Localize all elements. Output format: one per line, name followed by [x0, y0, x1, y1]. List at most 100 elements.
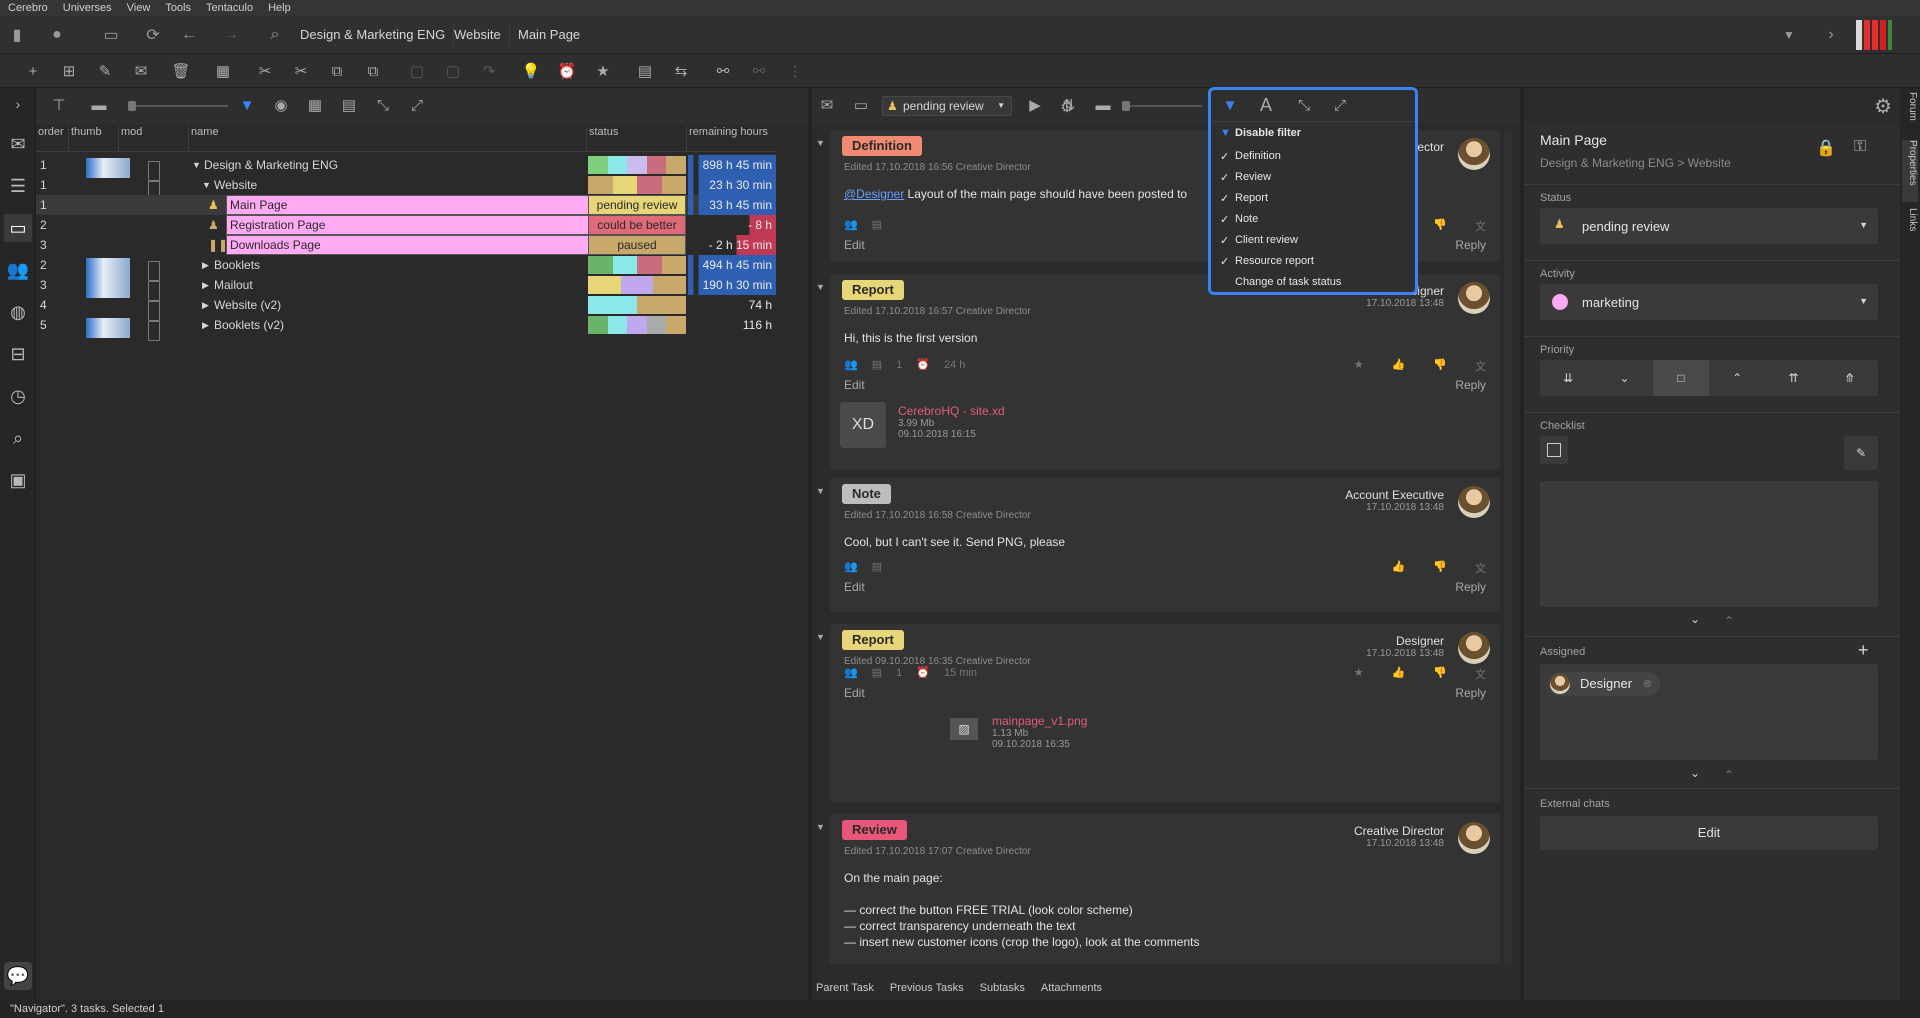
more-icon[interactable]: ⋮ — [782, 58, 808, 84]
side-tab-properties[interactable]: Properties — [1902, 140, 1918, 202]
reply-button[interactable]: Reply — [1455, 378, 1486, 392]
assignee-chip[interactable]: Designer ⊗ — [1548, 672, 1661, 696]
priority-highest-icon[interactable]: ⤊ — [1822, 360, 1878, 396]
translate-icon[interactable]: 文 — [1475, 218, 1486, 234]
chevron-right-icon[interactable]: › — [1818, 22, 1844, 48]
copy-link-icon[interactable]: ⧉ — [360, 58, 386, 84]
copy-icon[interactable]: ⧉ — [324, 58, 350, 84]
side-tab-forum[interactable]: Forum — [1902, 92, 1918, 132]
priority-high-icon[interactable]: ⌃ — [1709, 360, 1765, 396]
collapse-arrow-icon[interactable]: ▼ — [816, 282, 825, 292]
reply-button[interactable]: Reply — [1455, 580, 1486, 594]
menu-universes[interactable]: Universes — [63, 2, 112, 14]
bulb-icon[interactable]: ● — [44, 22, 70, 48]
file-icon[interactable]: ▤ — [872, 560, 882, 573]
chat-icon[interactable]: 💬 — [4, 962, 32, 990]
clipboard-icon[interactable]: ▣ — [4, 466, 32, 494]
avatar[interactable] — [1458, 282, 1490, 314]
collapse-arrow-icon[interactable]: ▼ — [816, 822, 825, 832]
expand-all-icon[interactable]: ⤢ — [404, 92, 430, 118]
edit-button[interactable]: Edit — [844, 686, 865, 700]
file-icon[interactable]: ▤ — [872, 218, 882, 231]
thumbs-down-icon[interactable]: 👎 — [1433, 218, 1447, 234]
edit-button[interactable]: Edit — [844, 378, 865, 392]
collapse-arrow-icon[interactable]: ▼ — [816, 138, 825, 148]
status-select[interactable]: ♟ pending review ▼ — [882, 96, 1012, 116]
avatar[interactable] — [1458, 632, 1490, 664]
participants-icon[interactable]: 👥 — [844, 560, 858, 573]
star-icon[interactable]: ★ — [1354, 666, 1364, 682]
refresh-icon[interactable]: ⟳ — [140, 22, 166, 48]
cut-icon[interactable]: ✂ — [252, 58, 278, 84]
avatar[interactable] — [1458, 138, 1490, 170]
participants-icon[interactable]: 👥 — [844, 358, 858, 371]
column-mod[interactable]: mod — [118, 126, 176, 152]
breadcrumb-website[interactable]: Website — [446, 24, 510, 46]
table-row[interactable]: 5 ▶ Booklets (v2) 116 h — [36, 315, 776, 341]
settings-gear-icon[interactable]: ⚙ — [1874, 94, 1892, 119]
message-scrollbar[interactable] — [1504, 128, 1512, 968]
mail-icon[interactable]: ✉ — [814, 92, 840, 118]
avatar[interactable] — [1458, 822, 1490, 854]
filter-item[interactable]: Client review — [1235, 234, 1298, 246]
search-icon[interactable]: ⌕ — [262, 22, 288, 48]
unlink-icon[interactable]: ⚯ — [746, 58, 772, 84]
filter-icon[interactable]: ▼ — [1217, 92, 1243, 118]
delete-icon[interactable]: 🗑 — [168, 58, 194, 84]
thumbs-up-icon[interactable]: 👍 — [1392, 560, 1406, 576]
filter-icon[interactable]: ▼ — [234, 92, 260, 118]
move-icon[interactable]: ⇆ — [668, 58, 694, 84]
menu-cerebro[interactable]: Cerebro — [8, 2, 48, 14]
zoom-slider[interactable] — [1122, 101, 1202, 111]
breadcrumb-project[interactable]: Design & Marketing ENG — [292, 24, 455, 46]
table-row[interactable]: 2 ▶ Booklets 494 h 45 min — [36, 255, 776, 281]
remove-assignee-icon[interactable]: ⊗ — [1643, 672, 1652, 696]
column-thumb[interactable]: thumb — [68, 126, 118, 152]
activity-dropdown[interactable]: marketing ▼ — [1540, 284, 1878, 320]
table-row[interactable]: 1 ▼ Website 23 h 30 min — [36, 175, 776, 201]
edit-button[interactable]: Edit — [844, 238, 865, 252]
collapsed-arrow-icon[interactable]: ▶ — [202, 275, 209, 295]
collapse-up-icon[interactable]: ⌃ — [1724, 614, 1734, 628]
reply-button[interactable]: Reply — [1455, 238, 1486, 252]
collapsed-arrow-icon[interactable]: ▶ — [202, 315, 209, 335]
filter-item[interactable]: Definition — [1235, 150, 1281, 162]
expand-all-icon[interactable]: ⤢ — [1327, 92, 1353, 118]
collapse-arrow-icon[interactable]: ▼ — [816, 486, 825, 496]
cut-link-icon[interactable]: ✂ — [288, 58, 314, 84]
collapse-all-icon[interactable]: ⤡ — [1291, 92, 1317, 118]
thumbs-down-icon[interactable]: 👎 — [1433, 560, 1447, 576]
thumbnail-slider[interactable] — [128, 101, 228, 111]
attachment-name[interactable]: mainpage_v1.png — [992, 714, 1087, 728]
tab-subtasks[interactable]: Subtasks — [980, 978, 1025, 998]
filter-item[interactable]: Resource report — [1235, 255, 1314, 267]
priority-lowest-icon[interactable]: ⇊ — [1540, 360, 1596, 396]
column-remaining-hours[interactable]: remaining hours — [686, 126, 776, 152]
menu-view[interactable]: View — [127, 2, 151, 14]
collapse-all-icon[interactable]: ⤡ — [370, 92, 396, 118]
thumbs-down-icon[interactable]: 👎 — [1433, 358, 1447, 374]
priority-low-icon[interactable]: ⌄ — [1596, 360, 1652, 396]
file-thumbnail[interactable]: XD — [840, 402, 886, 448]
settings-gear-icon[interactable]: ⚙ — [1054, 94, 1080, 120]
priority-normal-icon[interactable]: □ — [1652, 360, 1709, 396]
image-thumbnail[interactable]: ▨ — [840, 712, 984, 780]
table-row[interactable]: 4 ▶ Website (v2) 74 h — [36, 295, 776, 321]
menu-tentaculo[interactable]: Tentaculo — [206, 2, 253, 14]
users-icon[interactable]: 👥 — [4, 256, 32, 284]
participants-icon[interactable]: 👥 — [844, 218, 858, 231]
mail-icon[interactable]: ✉ — [4, 130, 32, 158]
columns-icon[interactable]: ▦ — [302, 92, 328, 118]
avatar[interactable] — [1458, 486, 1490, 518]
row-thumbnail[interactable] — [86, 318, 130, 338]
table-row[interactable]: 3 ❚❚ Downloads Page paused - 2 h 15 min — [36, 235, 776, 255]
column-order[interactable]: order — [36, 126, 68, 152]
collapse-up-icon[interactable]: ⌃ — [1724, 768, 1734, 782]
table-row[interactable]: 3 ▶ Mailout 190 h 30 min — [36, 275, 776, 301]
paste-link-icon[interactable]: ▢ — [440, 58, 466, 84]
menu-help[interactable]: Help — [268, 2, 291, 14]
expanded-arrow-icon[interactable]: ▼ — [192, 155, 201, 175]
attachment-name[interactable]: CerebroHQ - site.xd — [898, 404, 1005, 418]
star-icon[interactable]: ★ — [590, 58, 616, 84]
column-status[interactable]: status — [586, 126, 686, 152]
